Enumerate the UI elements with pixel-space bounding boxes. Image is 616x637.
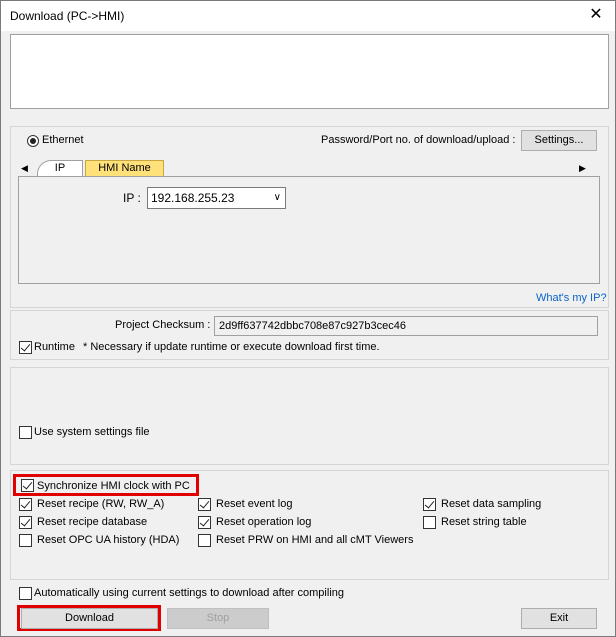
tab-hmi-name-label: HMI Name xyxy=(98,162,151,174)
checksum-label: Project Checksum : xyxy=(115,319,211,331)
sync-clock-checkbox[interactable] xyxy=(21,479,34,492)
runtime-label: Runtime xyxy=(34,341,75,353)
reset-recipe-database-checkbox[interactable] xyxy=(19,516,32,529)
reset-opc-ua-history-label: Reset OPC UA history (HDA) xyxy=(37,534,180,546)
tab-ip[interactable]: IP xyxy=(37,160,83,177)
reset-data-sampling-checkbox[interactable] xyxy=(423,498,436,511)
exit-button[interactable]: Exit xyxy=(521,608,597,629)
system-settings-group xyxy=(10,367,609,465)
reset-prw-checkbox[interactable] xyxy=(198,534,211,547)
tab-scroll-left-icon[interactable]: ◀ xyxy=(21,163,28,174)
system-settings-label: Use system settings file xyxy=(34,426,150,438)
sync-clock-label: Synchronize HMI clock with PC xyxy=(37,480,190,492)
ethernet-label: Ethernet xyxy=(42,134,84,146)
tab-ip-label: IP xyxy=(54,162,66,174)
whats-my-ip-link[interactable]: What's my IP? xyxy=(536,292,607,304)
title-bar: Download (PC->HMI) ✕ xyxy=(1,1,615,31)
window-title: Download (PC->HMI) xyxy=(10,9,125,23)
system-settings-checkbox[interactable] xyxy=(19,426,32,439)
checksum-field: 2d9ff637742dbbc708e87c927b3cec46 xyxy=(214,316,598,336)
checksum-value: 2d9ff637742dbbc708e87c927b3cec46 xyxy=(219,320,406,332)
download-dialog: Download (PC->HMI) ✕ Ethernet Password/P… xyxy=(0,0,616,637)
reset-opc-ua-history-checkbox[interactable] xyxy=(19,534,32,547)
reset-event-log-checkbox[interactable] xyxy=(198,498,211,511)
runtime-checkbox[interactable] xyxy=(19,341,32,354)
close-icon[interactable]: ✕ xyxy=(586,5,606,25)
reset-event-log-label: Reset event log xyxy=(216,498,293,510)
chevron-down-icon: ∨ xyxy=(273,192,281,203)
ip-label: IP : xyxy=(123,191,141,205)
settings-button[interactable]: Settings... xyxy=(521,130,597,151)
reset-operation-log-checkbox[interactable] xyxy=(198,516,211,529)
reset-prw-label: Reset PRW on HMI and all cMT Viewers xyxy=(216,534,414,546)
tab-scroll-right-icon[interactable]: ▶ xyxy=(579,163,586,174)
ip-select[interactable]: 192.168.255.23 ∨ xyxy=(147,187,286,209)
message-box xyxy=(10,34,609,109)
ip-value: 192.168.255.23 xyxy=(151,191,235,205)
ip-tab-panel xyxy=(18,176,600,284)
runtime-note: * Necessary if update runtime or execute… xyxy=(83,341,380,353)
reset-string-table-label: Reset string table xyxy=(441,516,527,528)
password-port-label: Password/Port no. of download/upload : xyxy=(321,134,516,146)
tab-hmi-name[interactable]: HMI Name xyxy=(85,160,164,177)
reset-recipe-label: Reset recipe (RW, RW_A) xyxy=(37,498,165,510)
reset-string-table-checkbox[interactable] xyxy=(423,516,436,529)
auto-download-checkbox[interactable] xyxy=(19,587,32,600)
stop-button[interactable]: Stop xyxy=(167,608,269,629)
reset-recipe-database-label: Reset recipe database xyxy=(37,516,148,528)
ethernet-radio[interactable] xyxy=(27,135,39,147)
reset-data-sampling-label: Reset data sampling xyxy=(441,498,542,510)
reset-recipe-checkbox[interactable] xyxy=(19,498,32,511)
download-button[interactable]: Download xyxy=(21,608,158,629)
reset-operation-log-label: Reset operation log xyxy=(216,516,312,528)
auto-download-label: Automatically using current settings to … xyxy=(34,587,344,599)
